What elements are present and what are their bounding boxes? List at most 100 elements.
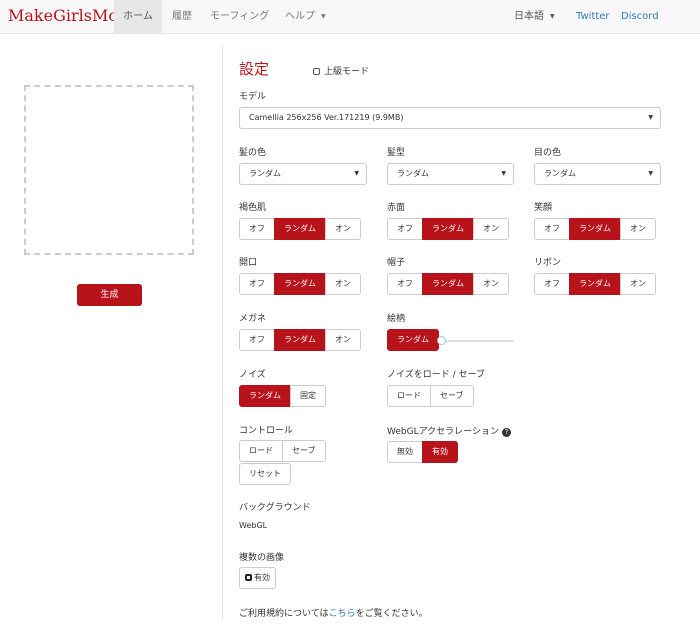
hat-off-button[interactable]: オフ <box>387 273 423 295</box>
checkbox-icon <box>313 68 320 75</box>
dark-skin-off-button[interactable]: オフ <box>239 218 275 240</box>
model-select[interactable]: Camellia 256x256 Ver.171219 (9.9MB) ▼ <box>239 107 661 129</box>
smile-label: 笑顔 <box>534 203 553 213</box>
dark-skin-random-button[interactable]: ランダム <box>274 218 326 240</box>
control-save-button[interactable]: セーブ <box>282 440 326 462</box>
advanced-mode-label: 上級モード <box>324 67 370 77</box>
control-reset-button[interactable]: リセット <box>239 463 291 485</box>
hat-on-button[interactable]: オン <box>473 273 509 295</box>
divider <box>222 46 223 621</box>
background-label: バックグラウンド <box>239 503 311 513</box>
nav-discord[interactable]: Discord <box>621 0 659 33</box>
open-mouth-off-button[interactable]: オフ <box>239 273 275 295</box>
caret-down-icon: ▼ <box>550 13 555 20</box>
blush-off-button[interactable]: オフ <box>387 218 423 240</box>
hat-random-button[interactable]: ランダム <box>422 273 474 295</box>
background-value: WebGL <box>239 521 268 530</box>
multiple-images-group: 有効 <box>239 567 276 589</box>
art-style-label: 絵柄 <box>387 314 406 324</box>
hair-color-value: ランダム <box>249 169 281 178</box>
hat-toggle: オフ ランダム オン <box>387 273 509 295</box>
webgl-enabled-button[interactable]: 有効 <box>422 441 458 463</box>
smile-off-button[interactable]: オフ <box>534 218 570 240</box>
control-reset-group: リセット <box>239 463 291 485</box>
terms-suffix: をご覧ください。 <box>355 609 428 619</box>
caret-down-icon: ▼ <box>648 114 653 121</box>
generate-button[interactable]: 生成 <box>77 284 142 306</box>
art-style-group: ランダム <box>387 329 439 351</box>
smile-on-button[interactable]: オン <box>620 218 656 240</box>
nav-help-label: ヘルプ <box>285 11 315 22</box>
noise-fixed-button[interactable]: 固定 <box>290 385 326 407</box>
open-mouth-toggle: オフ ランダム オン <box>239 273 361 295</box>
ribbon-toggle: オフ ランダム オン <box>534 273 656 295</box>
nav-home[interactable]: ホーム <box>114 0 162 33</box>
image-canvas <box>24 85 194 255</box>
help-icon[interactable]: ? <box>501 428 511 437</box>
open-mouth-random-button[interactable]: ランダム <box>274 273 326 295</box>
art-style-slider-handle[interactable] <box>437 336 446 345</box>
blush-random-button[interactable]: ランダム <box>422 218 474 240</box>
art-style-random-button[interactable]: ランダム <box>387 329 439 351</box>
caret-down-icon: ▼ <box>354 170 359 177</box>
hair-style-label: 髪型 <box>387 148 406 158</box>
model-label: モデル <box>239 92 267 102</box>
terms-text: ご利用規約についてはこちらをご覧ください。 <box>239 606 428 619</box>
terms-prefix: ご利用規約については <box>239 609 329 619</box>
control-group: ロード セーブ <box>239 440 326 462</box>
hat-label: 帽子 <box>387 258 406 268</box>
nav-language[interactable]: 日本語 ▼ <box>514 0 555 33</box>
blush-label: 赤面 <box>387 203 406 213</box>
glasses-random-button[interactable]: ランダム <box>274 329 326 351</box>
eye-color-select[interactable]: ランダム ▼ <box>534 163 661 185</box>
multiple-images-button[interactable]: 有効 <box>239 567 276 589</box>
control-label: コントロール <box>239 426 294 436</box>
noise-save-button[interactable]: セーブ <box>430 385 474 407</box>
settings-title: 設定 <box>239 60 270 78</box>
glasses-toggle: オフ ランダム オン <box>239 329 361 351</box>
nav-language-label: 日本語 <box>514 11 544 22</box>
checkbox-icon <box>245 574 252 581</box>
noise-load-button[interactable]: ロード <box>387 385 431 407</box>
noise-random-button[interactable]: ランダム <box>239 385 291 407</box>
multiple-images-button-label: 有効 <box>254 573 270 582</box>
open-mouth-on-button[interactable]: オン <box>325 273 361 295</box>
blush-toggle: オフ ランダム オン <box>387 218 509 240</box>
nav-twitter[interactable]: Twitter <box>576 0 610 33</box>
eye-color-label: 目の色 <box>534 148 562 158</box>
nav-help[interactable]: ヘルプ ▼ <box>285 0 326 33</box>
noise-toggle: ランダム 固定 <box>239 385 326 407</box>
open-mouth-label: 開口 <box>239 258 258 268</box>
ribbon-on-button[interactable]: オン <box>620 273 656 295</box>
smile-random-button[interactable]: ランダム <box>569 218 621 240</box>
hair-color-label: 髪の色 <box>239 148 267 158</box>
glasses-on-button[interactable]: オン <box>325 329 361 351</box>
glasses-label: メガネ <box>239 314 267 324</box>
brand-logo[interactable]: MakeGirlsMoe <box>8 6 127 25</box>
ribbon-random-button[interactable]: ランダム <box>569 273 621 295</box>
glasses-off-button[interactable]: オフ <box>239 329 275 351</box>
multiple-images-label: 複数の画像 <box>239 553 285 563</box>
noise-load-save-label: ノイズをロード / セーブ <box>387 370 485 380</box>
blush-on-button[interactable]: オン <box>473 218 509 240</box>
smile-toggle: オフ ランダム オン <box>534 218 656 240</box>
dark-skin-label: 褐色肌 <box>239 203 267 213</box>
control-load-button[interactable]: ロード <box>239 440 283 462</box>
navbar: MakeGirlsMoe ホーム 履歴 モーフィング ヘルプ ▼ 日本語 ▼ Twi… <box>0 0 700 34</box>
webgl-label-row: WebGLアクセラレーション? <box>387 424 511 437</box>
nav-history[interactable]: 履歴 <box>172 0 192 33</box>
art-style-slider-track[interactable] <box>442 340 514 342</box>
caret-down-icon: ▼ <box>648 170 653 177</box>
webgl-disabled-button[interactable]: 無効 <box>387 441 423 463</box>
nav-morphing[interactable]: モーフィング <box>210 0 269 33</box>
dark-skin-on-button[interactable]: オン <box>325 218 361 240</box>
hair-style-select[interactable]: ランダム ▼ <box>387 163 514 185</box>
ribbon-off-button[interactable]: オフ <box>534 273 570 295</box>
terms-link[interactable]: こちら <box>329 609 356 619</box>
webgl-label: WebGLアクセラレーション <box>387 427 499 437</box>
eye-color-value: ランダム <box>544 169 576 178</box>
hair-color-select[interactable]: ランダム ▼ <box>239 163 367 185</box>
caret-down-icon: ▼ <box>501 170 506 177</box>
caret-down-icon: ▼ <box>321 13 326 20</box>
advanced-mode-checkbox[interactable]: 上級モード <box>313 64 369 77</box>
